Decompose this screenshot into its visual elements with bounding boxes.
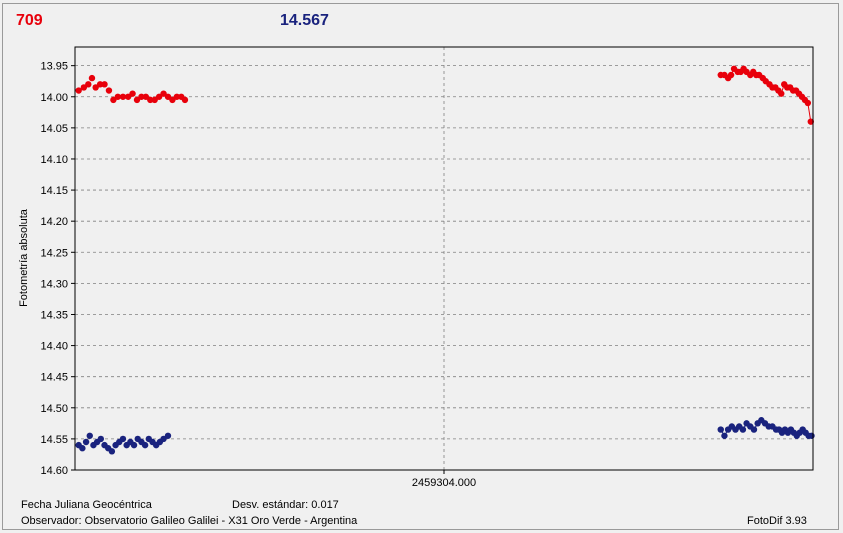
y-tick-label: 14.60 — [40, 465, 68, 477]
data-series — [75, 65, 815, 455]
y-tick-label: 14.55 — [40, 434, 68, 446]
data-point — [721, 432, 728, 439]
photometry-chart: 13.95 14.00 14.05 14.10 14.15 14.20 14.25 14.30… — [40, 46, 815, 489]
jd-label: Fecha Juliana Geocéntrica — [21, 499, 152, 511]
version-label: FotoDif 3.93 — [747, 515, 807, 527]
series-0 — [75, 65, 814, 125]
y-tick-label: 14.15 — [40, 185, 68, 197]
data-point — [88, 74, 96, 82]
data-point — [739, 426, 747, 433]
x-center-tick-label: 2459304.000 — [412, 477, 476, 489]
y-tick-label: 14.30 — [40, 278, 68, 290]
y-tick-label: 13.95 — [40, 61, 68, 73]
y-axis-label: Fotometría absoluta — [17, 209, 30, 307]
data-point — [86, 432, 93, 439]
stddev-label: Desv. estándar: 0.017 — [232, 499, 339, 511]
y-axis-ticks: 13.95 14.00 14.05 14.10 14.15 14.20 14.25 14.30… — [40, 61, 75, 477]
data-point — [101, 81, 108, 88]
y-tick-label: 14.45 — [40, 372, 68, 384]
y-tick-label: 14.10 — [40, 154, 68, 166]
data-point — [750, 426, 758, 433]
data-point — [119, 435, 127, 443]
y-tick-label: 14.05 — [40, 123, 68, 135]
data-point — [778, 90, 785, 97]
data-point — [808, 432, 815, 439]
y-tick-label: 14.00 — [40, 92, 68, 104]
observer-label: Observador: Observatorio Galileo Galilei… — [21, 515, 358, 527]
data-point — [141, 441, 149, 449]
data-point — [108, 448, 116, 455]
y-tick-label: 14.35 — [40, 309, 68, 321]
data-point — [130, 441, 138, 449]
y-tick-label: 14.50 — [40, 403, 68, 415]
data-point — [717, 426, 724, 433]
data-point — [85, 81, 92, 88]
y-tick-label: 14.40 — [40, 341, 68, 353]
data-point — [164, 432, 172, 439]
data-point — [804, 99, 812, 107]
y-tick-label: 14.20 — [40, 216, 68, 228]
series-1 — [75, 417, 815, 455]
y-tick-label: 14.25 — [40, 247, 68, 259]
data-point — [82, 438, 90, 446]
grid — [75, 47, 813, 474]
data-point — [129, 90, 136, 97]
data-point — [105, 87, 113, 94]
data-point — [727, 71, 735, 79]
data-point — [181, 96, 189, 104]
data-point — [79, 445, 86, 452]
data-point — [97, 435, 105, 443]
